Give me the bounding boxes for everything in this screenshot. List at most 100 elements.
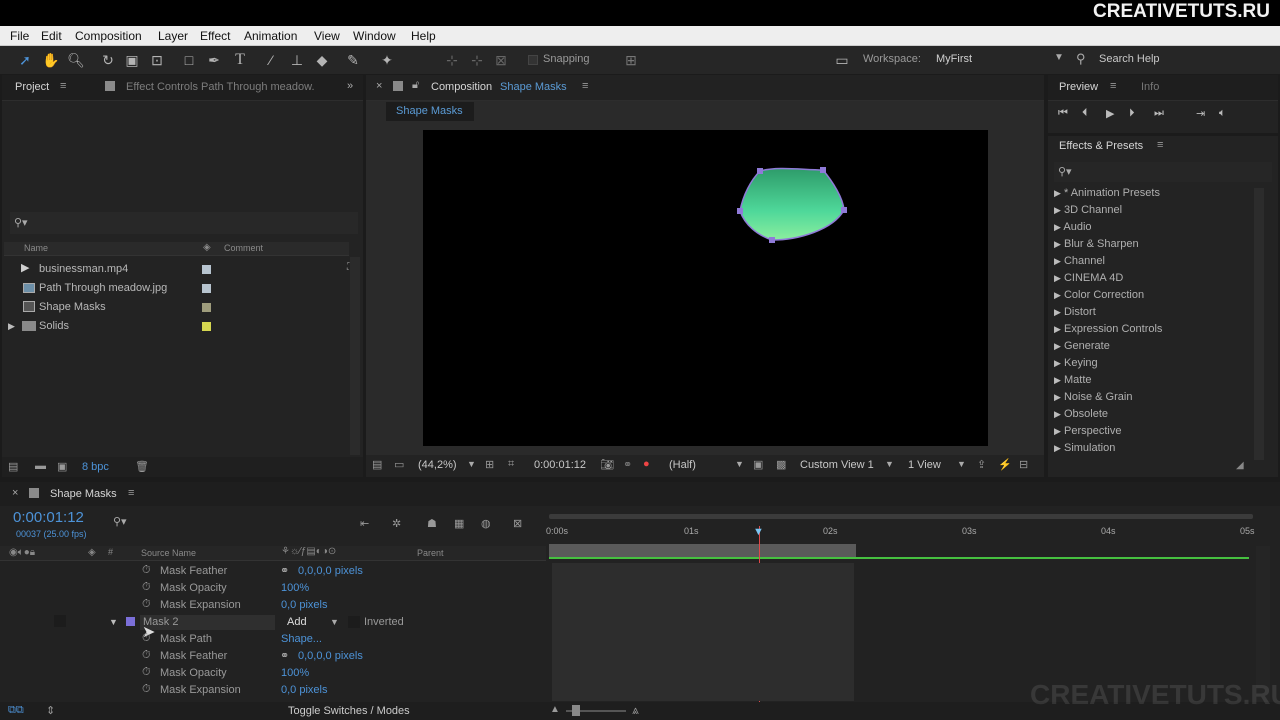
search-icon[interactable]: ⚲▾ xyxy=(113,515,127,528)
chevron-down-icon[interactable]: ▼ xyxy=(885,459,894,469)
stopwatch-icon[interactable]: ⏱ xyxy=(142,632,151,645)
close-icon[interactable]: × xyxy=(376,80,382,92)
menu-effect[interactable]: Effect xyxy=(200,29,230,43)
timeline-icon[interactable]: ⊟ xyxy=(1019,458,1028,471)
effect-category[interactable]: ▶ Blur & Sharpen xyxy=(1054,238,1139,250)
effect-category[interactable]: ▶ 3D Channel xyxy=(1054,204,1122,216)
trash-icon[interactable]: 🗑︎ xyxy=(135,460,149,473)
col-source-name[interactable]: Source Name xyxy=(141,548,196,558)
link-icon[interactable]: ⚭ xyxy=(280,564,289,577)
comp-subtab[interactable]: Shape Masks xyxy=(386,102,474,121)
zoom-out-icon[interactable]: ▲ xyxy=(550,704,560,715)
video-switch[interactable] xyxy=(54,615,66,627)
toggle-switches-modes[interactable]: Toggle Switches / Modes xyxy=(288,705,410,717)
toggle-panes-icon[interactable]: ⧉⧉ xyxy=(8,704,24,717)
property-value[interactable]: 100% xyxy=(281,582,309,594)
graph-editor-icon[interactable]: ⊠ xyxy=(513,517,522,530)
menu-edit[interactable]: Edit xyxy=(41,29,62,43)
mask-mode-select[interactable]: Add xyxy=(287,616,307,628)
chevron-down-icon[interactable]: ▼ xyxy=(957,459,966,469)
comp-tab-name[interactable]: Shape Masks xyxy=(500,81,567,93)
clone-stamp-tool-icon[interactable]: ⊥ xyxy=(288,51,306,69)
view-select[interactable]: Custom View 1 xyxy=(800,459,874,471)
motion-blur-icon[interactable]: ◍ xyxy=(481,517,491,530)
col-parent[interactable]: Parent xyxy=(417,548,444,558)
effect-category[interactable]: ▶ Color Correction xyxy=(1054,289,1144,301)
resolution-select[interactable]: (Half) xyxy=(669,459,696,471)
stopwatch-icon[interactable]: ⏱ xyxy=(142,598,151,611)
monitor-icon[interactable]: ▭ xyxy=(394,458,404,471)
workspace-dropdown-icon[interactable]: ▼ xyxy=(1054,52,1064,63)
puppet-tool-icon[interactable]: ✦ xyxy=(378,51,396,69)
mask-vertex[interactable] xyxy=(769,237,775,243)
stopwatch-icon[interactable]: ⏱ xyxy=(142,581,151,594)
mask-path[interactable] xyxy=(739,167,845,241)
view-axis-icon[interactable]: ⊠ xyxy=(492,51,510,69)
workspace-value[interactable]: MyFirst xyxy=(936,53,972,65)
previous-frame-icon[interactable]: ⏴ xyxy=(1082,107,1088,120)
effects-search-input[interactable]: ⚲▾ xyxy=(1054,162,1272,182)
tab-effect-controls[interactable]: Effect Controls Path Through meadow. xyxy=(126,81,315,93)
time-ruler[interactable]: 0:00s 01s 02s 03s 04s 05s xyxy=(546,510,1255,560)
collapse-arrow-icon[interactable]: ▼ xyxy=(109,617,118,627)
effect-category[interactable]: ▶ Obsolete xyxy=(1054,408,1108,420)
menu-view[interactable]: View xyxy=(314,29,340,43)
snapping-checkbox[interactable] xyxy=(528,55,538,65)
close-icon[interactable]: × xyxy=(12,487,18,499)
roi-icon[interactable]: ▣ xyxy=(753,458,763,471)
resize-grip-icon[interactable]: ◢ xyxy=(1236,460,1244,471)
snapshot-icon[interactable]: 📷︎ xyxy=(600,458,614,471)
mask-vertex[interactable] xyxy=(841,207,847,213)
mask-color-swatch[interactable] xyxy=(126,617,135,626)
tab-info[interactable]: Info xyxy=(1141,81,1159,93)
menu-animation[interactable]: Animation xyxy=(244,29,297,43)
effect-category[interactable]: ▶ Generate xyxy=(1054,340,1110,352)
effect-category[interactable]: ▶ Audio xyxy=(1054,221,1092,233)
list-item[interactable]: Path Through meadow.jpg xyxy=(2,280,347,298)
effect-category[interactable]: ▶ Keying xyxy=(1054,357,1098,369)
always-preview-icon[interactable]: ▤ xyxy=(372,458,382,471)
comp-tab-prefix[interactable]: Composition xyxy=(431,81,492,93)
mask-name-field[interactable]: Mask 2 xyxy=(140,615,275,630)
timeline-current-time[interactable]: 0:00:01:12 xyxy=(13,509,84,526)
effect-category[interactable]: ▶ Channel xyxy=(1054,255,1105,267)
pen-tool-icon[interactable]: ✒ xyxy=(205,51,223,69)
list-item[interactable]: ▶ businessman.mp4 ⛶ xyxy=(2,261,354,279)
property-value[interactable]: 0,0,0,0 pixels xyxy=(298,565,363,577)
chevron-down-icon[interactable]: ▼ xyxy=(330,617,339,627)
new-folder-icon[interactable]: ▬ xyxy=(35,460,46,472)
pan-behind-tool-icon[interactable]: ⊡ xyxy=(148,51,166,69)
layer-duration-bar[interactable] xyxy=(549,544,856,558)
new-composition-icon[interactable]: ▣ xyxy=(57,460,67,473)
eraser-tool-icon[interactable]: ◆ xyxy=(313,51,331,69)
menu-window[interactable]: Window xyxy=(353,29,396,43)
preview-menu-icon[interactable]: ≡ xyxy=(1110,80,1116,92)
search-help-input[interactable]: Search Help xyxy=(1099,53,1160,65)
property-value[interactable]: 0,0,0,0 pixels xyxy=(298,650,363,662)
chevron-down-icon[interactable]: ▼ xyxy=(735,459,744,469)
effects-scrollbar[interactable] xyxy=(1254,188,1264,460)
tab-project[interactable]: Project xyxy=(15,81,49,93)
inverted-checkbox[interactable] xyxy=(348,616,360,628)
mask-vertex[interactable] xyxy=(820,167,826,173)
col-name[interactable]: Name xyxy=(24,243,48,253)
comp-mini-flowchart-icon[interactable]: ⇤ xyxy=(360,517,369,530)
fast-preview-icon[interactable]: ⚡ xyxy=(998,458,1012,471)
property-value[interactable]: 0,0 pixels xyxy=(281,684,327,696)
channel-icon[interactable]: ● xyxy=(643,458,650,470)
safe-zones-icon[interactable]: ⊞ xyxy=(485,458,494,471)
interpret-footage-icon[interactable]: ▤ xyxy=(8,460,18,473)
text-tool-icon[interactable]: T xyxy=(231,51,249,69)
playhead-icon[interactable]: ▼ xyxy=(753,526,764,538)
frame-blending-icon[interactable]: ▦ xyxy=(454,517,464,530)
composition-viewer[interactable] xyxy=(423,130,988,446)
toggle-pixel-aspect-icon[interactable]: ⇪ xyxy=(977,458,986,471)
effect-category[interactable]: ▶ CINEMA 4D xyxy=(1054,272,1123,284)
comp-menu-icon[interactable]: ≡ xyxy=(582,80,588,92)
zoom-tool-icon[interactable]: 🔍︎ xyxy=(67,51,85,69)
label-color-swatch[interactable] xyxy=(202,322,211,331)
first-frame-icon[interactable]: ⏮ xyxy=(1058,107,1068,120)
transparency-grid-icon[interactable]: ▩ xyxy=(776,458,786,471)
property-value[interactable]: 0,0 pixels xyxy=(281,599,327,611)
label-color-swatch[interactable] xyxy=(202,265,211,274)
